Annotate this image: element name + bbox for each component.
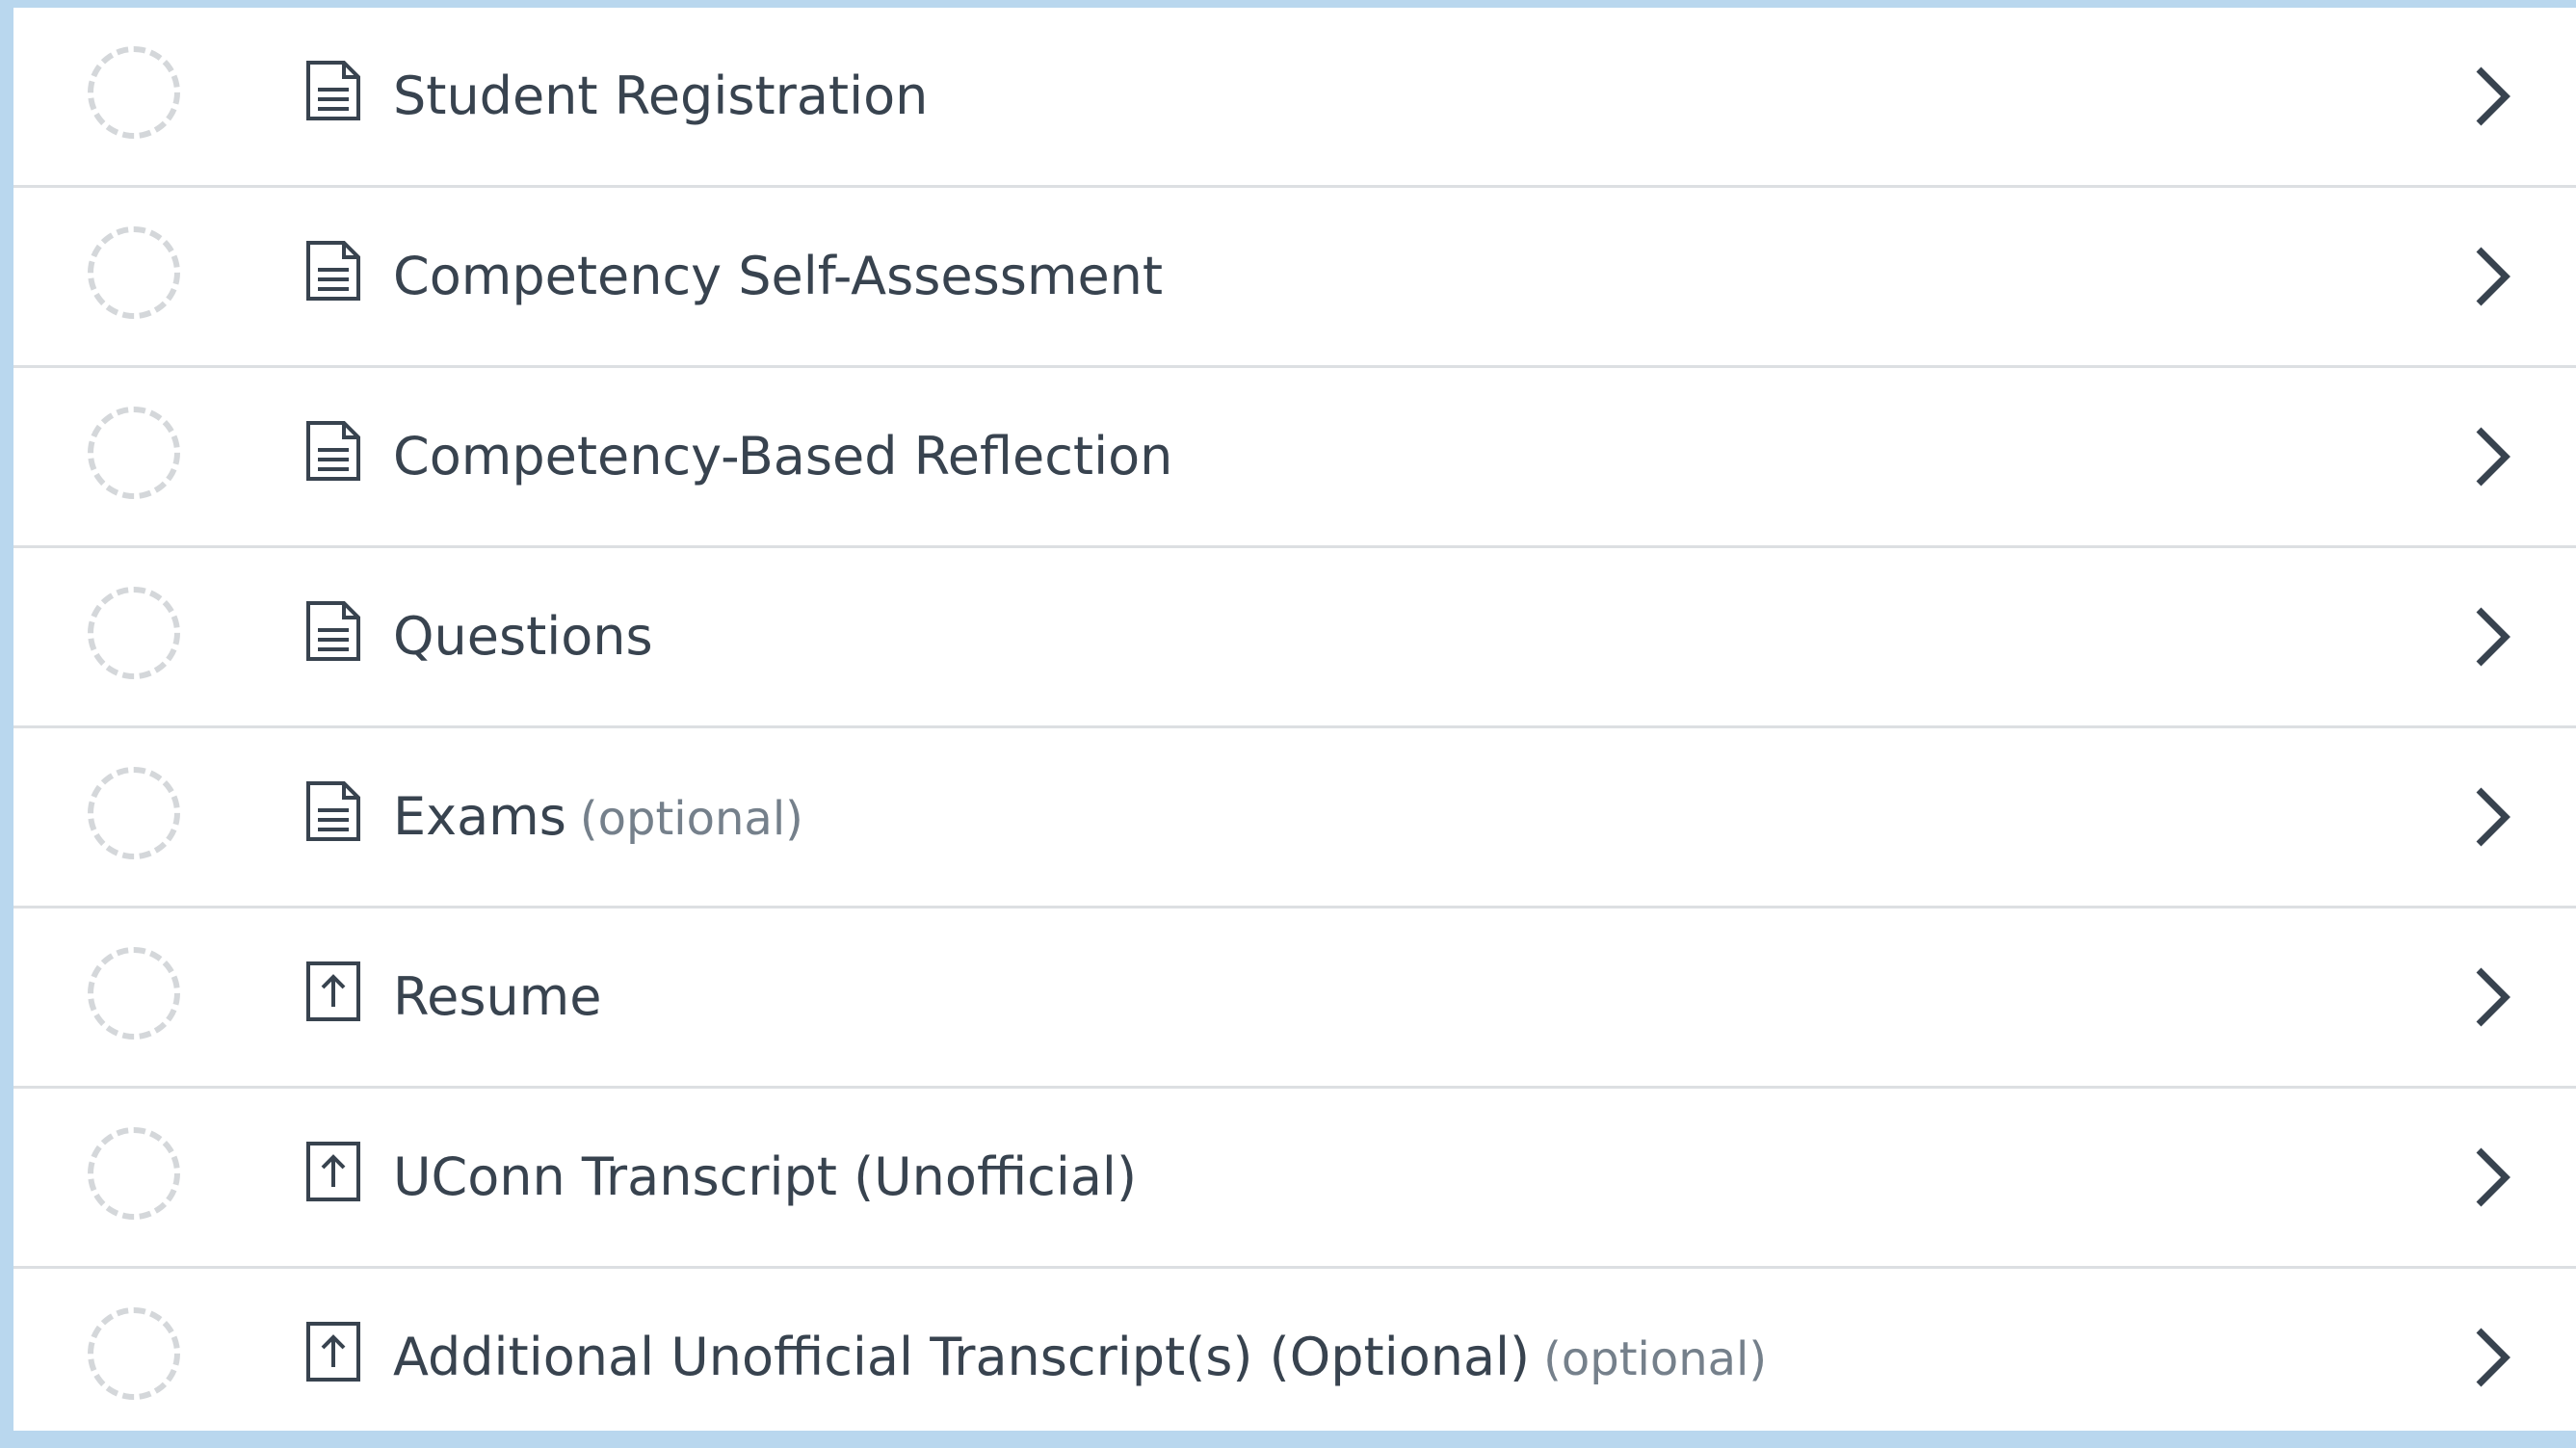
status-incomplete-icon: [88, 947, 180, 1040]
chevron-right-icon: [2467, 782, 2515, 852]
chevron-right-icon: [2467, 242, 2515, 311]
list-item-competency-self-assessment[interactable]: Competency Self-Assessment: [13, 188, 2576, 368]
status-incomplete-icon: [88, 46, 180, 139]
optional-tag: (optional): [579, 792, 803, 846]
status-incomplete-icon: [88, 767, 180, 859]
requirements-list: Student Registration Competency Self-Ass…: [13, 8, 2576, 1431]
item-label: Additional Unofficial Transcript(s) (Opt…: [393, 1327, 1768, 1387]
document-icon: [305, 60, 361, 121]
document-icon: [305, 780, 361, 842]
document-icon: [305, 420, 361, 482]
status-incomplete-icon: [88, 1307, 180, 1400]
item-label: Competency Self-Assessment: [393, 246, 1164, 306]
status-incomplete-icon: [88, 226, 180, 319]
list-item-competency-based-reflection[interactable]: Competency-Based Reflection: [13, 368, 2576, 548]
document-icon: [305, 240, 361, 302]
chevron-right-icon: [2467, 62, 2515, 131]
item-label: Exams (optional): [393, 786, 803, 847]
chevron-right-icon: [2467, 1143, 2515, 1212]
status-incomplete-icon: [88, 587, 180, 679]
item-label: Competency-Based Reflection: [393, 426, 1173, 487]
item-label: Questions: [393, 606, 653, 667]
status-incomplete-icon: [88, 407, 180, 499]
status-incomplete-icon: [88, 1127, 180, 1220]
chevron-right-icon: [2467, 422, 2515, 491]
upload-icon: [305, 1321, 361, 1382]
list-item-questions[interactable]: Questions: [13, 548, 2576, 728]
list-item-student-registration[interactable]: Student Registration: [13, 8, 2576, 188]
list-item-resume[interactable]: Resume: [13, 908, 2576, 1089]
chevron-right-icon: [2467, 962, 2515, 1032]
item-label: UConn Transcript (Unofficial): [393, 1146, 1138, 1207]
list-item-additional-transcripts[interactable]: Additional Unofficial Transcript(s) (Opt…: [13, 1269, 2576, 1446]
list-item-exams[interactable]: Exams (optional): [13, 728, 2576, 908]
optional-tag: (optional): [1543, 1332, 1768, 1386]
upload-icon: [305, 961, 361, 1022]
document-icon: [305, 600, 361, 662]
item-label: Resume: [393, 966, 602, 1027]
list-item-uconn-transcript[interactable]: UConn Transcript (Unofficial): [13, 1089, 2576, 1269]
chevron-right-icon: [2467, 1323, 2515, 1392]
chevron-right-icon: [2467, 602, 2515, 671]
item-label: Student Registration: [393, 66, 929, 126]
upload-icon: [305, 1141, 361, 1202]
